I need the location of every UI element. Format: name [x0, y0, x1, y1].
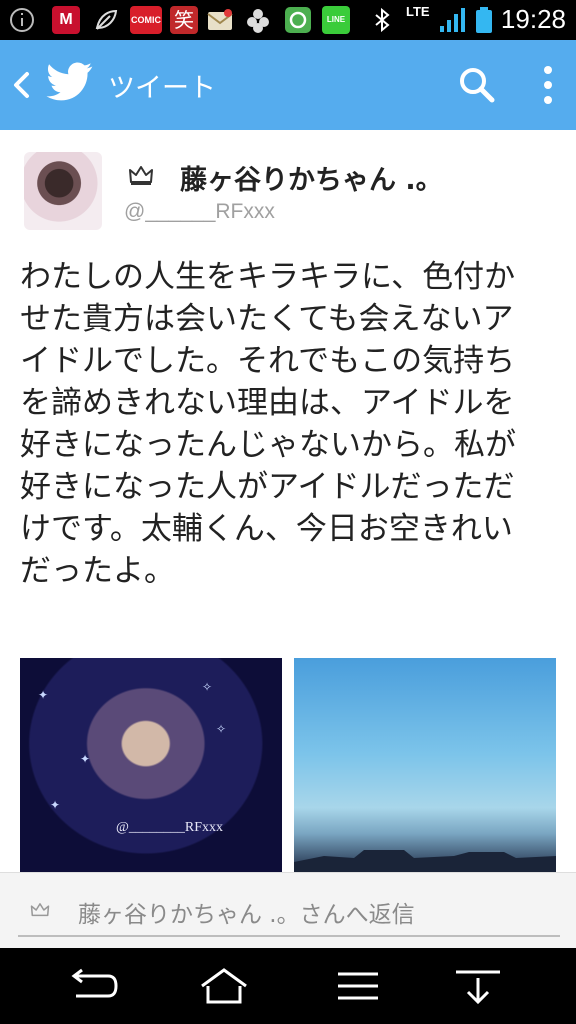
network-type: LTE [406, 4, 430, 19]
rooftops-silhouette [294, 850, 556, 872]
bluetooth-icon [375, 7, 390, 33]
mail-app-icon [207, 9, 233, 30]
twitter-bird-icon[interactable] [46, 62, 94, 104]
status-bar: M COMIC 笑 LINE LTE 19:28 [0, 0, 576, 40]
leaf-icon [95, 9, 118, 30]
display-name[interactable]: 藤ヶ谷りかちゃん .。 [180, 158, 443, 197]
overflow-menu-icon[interactable] [536, 64, 560, 106]
app-bar: ツイート [0, 40, 576, 130]
page-title: ツイート [108, 73, 216, 104]
avatar[interactable] [24, 152, 102, 230]
clock: 19:28 [500, 4, 566, 34]
photo-watermark: @________RFxxx [116, 820, 224, 835]
mcafee-icon: M [52, 6, 80, 34]
sparkle-decoration: ✧ [202, 680, 213, 694]
reply-bar: 藤ヶ谷りかちゃん .。さんへ返信 [0, 872, 576, 948]
warai-app-icon: 笑 [170, 6, 198, 34]
battery-icon [476, 7, 492, 33]
back-arrow-icon[interactable] [10, 68, 32, 102]
tweet-photo-2[interactable] [294, 658, 556, 872]
menu-icon[interactable] [328, 962, 388, 1010]
system-nav-bar [0, 948, 576, 1024]
crown-icon [30, 903, 50, 917]
download-icon[interactable] [448, 962, 508, 1010]
info-icon [10, 8, 34, 32]
sparkle-decoration: ✦ [38, 688, 49, 702]
search-icon[interactable] [458, 66, 496, 104]
reply-placeholder: 藤ヶ谷りかちゃん .。さんへ返信 [78, 902, 415, 928]
sparkle-decoration: ✦ [50, 798, 61, 812]
puzzle-icon [247, 9, 269, 33]
back-icon[interactable] [62, 962, 122, 1010]
tweet-card: 藤ヶ谷りかちゃん .。 @______RFxxx わたしの人生をキラキラに、色付… [0, 130, 576, 872]
sparkle-decoration: ✧ [216, 722, 227, 736]
tweet-text: わたしの人生をキラキラに、色付か せた貴方は会いたくても会えないア イドルでした… [20, 259, 516, 589]
crown-icon [129, 166, 153, 185]
green-app-icon [285, 7, 311, 33]
comic-app-icon: COMIC [130, 6, 162, 34]
sparkle-decoration: ✦ [80, 752, 91, 766]
user-handle[interactable]: @______RFxxx [124, 200, 275, 224]
tweet-photo-1[interactable]: ✦ ✧ ✦ ✧ ✦ @________RFxxx [20, 658, 282, 872]
signal-icon [440, 8, 465, 32]
reply-input[interactable]: 藤ヶ谷りかちゃん .。さんへ返信 [18, 883, 560, 937]
line-app-icon: LINE [322, 6, 350, 34]
home-icon[interactable] [194, 962, 254, 1010]
